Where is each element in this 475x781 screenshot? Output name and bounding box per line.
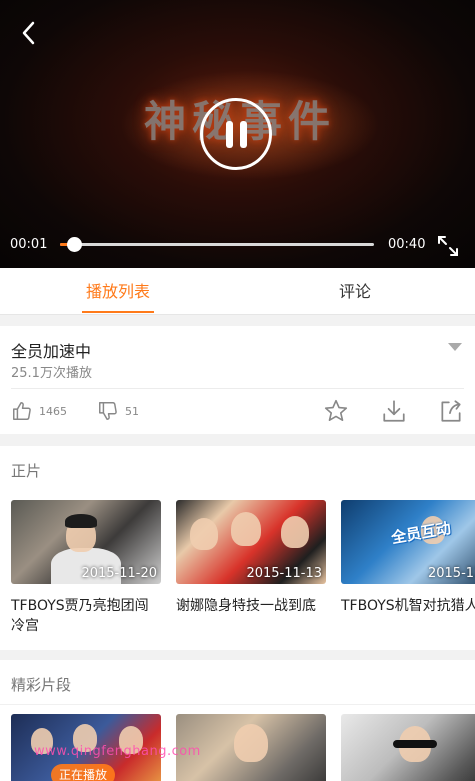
episode-date: 2015-11- <box>427 566 475 581</box>
fullscreen-button[interactable] <box>436 234 460 258</box>
now-playing-badge: 正在播放 <box>51 764 116 781</box>
tab-playlist[interactable]: 播放列表 <box>80 268 156 315</box>
chevron-left-icon <box>22 21 35 45</box>
clips-section: 精彩片段 正在播放 <box>0 660 475 781</box>
tab-comments[interactable]: 评论 <box>317 268 393 315</box>
video-player[interactable]: 神秘事件 00:01 00:40 <box>0 0 475 268</box>
clip-card[interactable] <box>341 714 475 781</box>
episode-card[interactable]: 全员互动 2015-11- TFBOYS机智对抗猎人 <box>341 500 475 616</box>
episode-date: 2015-11-13 <box>246 566 322 581</box>
episodes-section: 正片 2015-11-20 TFBOYS贾乃亮抱团闯冷宫 2015-11-13 … <box>0 446 475 650</box>
episode-date: 2015-11-20 <box>81 566 157 581</box>
fullscreen-icon <box>438 236 458 256</box>
tab-indicator <box>82 311 154 313</box>
episode-card[interactable]: 2015-11-13 谢娜隐身特技一战到底 <box>176 500 326 616</box>
like-count: 1465 <box>39 404 67 418</box>
dislike-count: 51 <box>125 404 139 418</box>
total-time: 00:40 <box>388 237 426 252</box>
dislike-button[interactable]: 51 <box>97 398 139 424</box>
share-icon <box>441 400 461 422</box>
progress-knob[interactable] <box>67 237 83 252</box>
episode-thumbnail: 全员互动 2015-11- <box>341 500 475 584</box>
download-icon <box>383 400 405 422</box>
episode-title: 谢娜隐身特技一战到底 <box>176 598 316 614</box>
current-time: 00:01 <box>10 237 48 252</box>
watermark: www.qingfenghang.com <box>34 744 201 759</box>
video-page: 神秘事件 00:01 00:40 播放列表 <box>0 0 475 781</box>
show-logo: 全员互动 <box>389 518 453 548</box>
show-info: 全员加速中 25.1万次播放 1465 51 <box>0 326 475 434</box>
thumbs-up-icon <box>13 402 31 420</box>
pause-button[interactable] <box>200 98 272 170</box>
pause-icon <box>226 121 233 148</box>
favorite-button[interactable] <box>323 398 349 424</box>
star-icon <box>324 399 348 422</box>
back-button[interactable] <box>14 18 44 48</box>
episode-title: TFBOYS机智对抗猎人 <box>341 598 475 614</box>
like-button[interactable]: 1465 <box>11 398 67 424</box>
progress-slider[interactable] <box>60 237 374 252</box>
download-button[interactable] <box>381 398 407 424</box>
show-title: 全员加速中 <box>11 342 92 361</box>
thumbs-down-icon <box>99 402 117 420</box>
section-title: 精彩片段 <box>11 676 72 694</box>
tab-bar: 播放列表 评论 <box>0 268 475 315</box>
divider <box>0 704 475 705</box>
divider <box>11 388 464 389</box>
episode-thumbnail: 2015-11-20 <box>11 500 161 584</box>
expand-arrow-icon[interactable] <box>448 343 462 351</box>
episode-thumbnail: 2015-11-13 <box>176 500 326 584</box>
section-title: 正片 <box>11 462 42 480</box>
play-count: 25.1万次播放 <box>11 366 92 381</box>
clip-thumbnail <box>341 714 475 781</box>
share-button[interactable] <box>438 398 464 424</box>
episode-title: TFBOYS贾乃亮抱团闯冷宫 <box>11 598 149 634</box>
episode-card[interactable]: 2015-11-20 TFBOYS贾乃亮抱团闯冷宫 <box>11 500 161 636</box>
